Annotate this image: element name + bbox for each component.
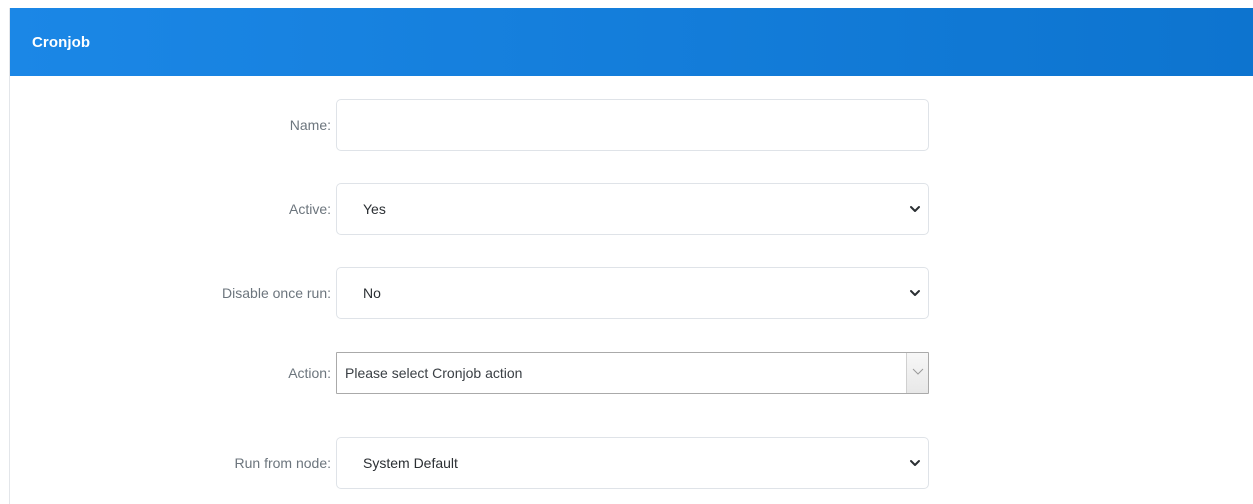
disable-once-run-select[interactable]: No bbox=[336, 267, 929, 319]
panel-header: Cronjob bbox=[10, 8, 1253, 76]
name-row: Name: bbox=[10, 99, 1253, 151]
name-input[interactable] bbox=[336, 99, 929, 151]
cronjob-panel: Cronjob Name: Active: Yes Disable once r… bbox=[9, 8, 1253, 504]
name-label: Name: bbox=[289, 117, 331, 133]
action-label: Action: bbox=[288, 365, 331, 381]
action-row: Action: Please select Cronjob action bbox=[10, 352, 1253, 394]
action-select[interactable]: Please select Cronjob action bbox=[336, 352, 929, 394]
disable-once-run-select-value: No bbox=[363, 285, 381, 301]
run-from-node-select[interactable]: System Default bbox=[336, 437, 929, 489]
active-select-value: Yes bbox=[363, 201, 386, 217]
active-select[interactable]: Yes bbox=[336, 183, 929, 235]
run-from-node-row: Run from node: System Default bbox=[10, 437, 1253, 489]
active-label: Active: bbox=[288, 201, 331, 217]
chevron-down-icon bbox=[910, 206, 920, 212]
chevron-down-icon bbox=[912, 368, 924, 375]
action-select-placeholder: Please select Cronjob action bbox=[345, 365, 523, 381]
chevron-down-icon bbox=[910, 290, 920, 296]
panel-title: Cronjob bbox=[32, 33, 91, 51]
chevron-down-icon bbox=[910, 460, 920, 466]
run-from-node-label: Run from node: bbox=[234, 455, 332, 471]
disable-once-run-row: Disable once run: No bbox=[10, 267, 1253, 319]
disable-once-run-label: Disable once run: bbox=[222, 285, 331, 301]
action-select-arrow[interactable] bbox=[906, 353, 928, 393]
run-from-node-select-value: System Default bbox=[363, 455, 458, 471]
active-row: Active: Yes bbox=[10, 183, 1253, 235]
